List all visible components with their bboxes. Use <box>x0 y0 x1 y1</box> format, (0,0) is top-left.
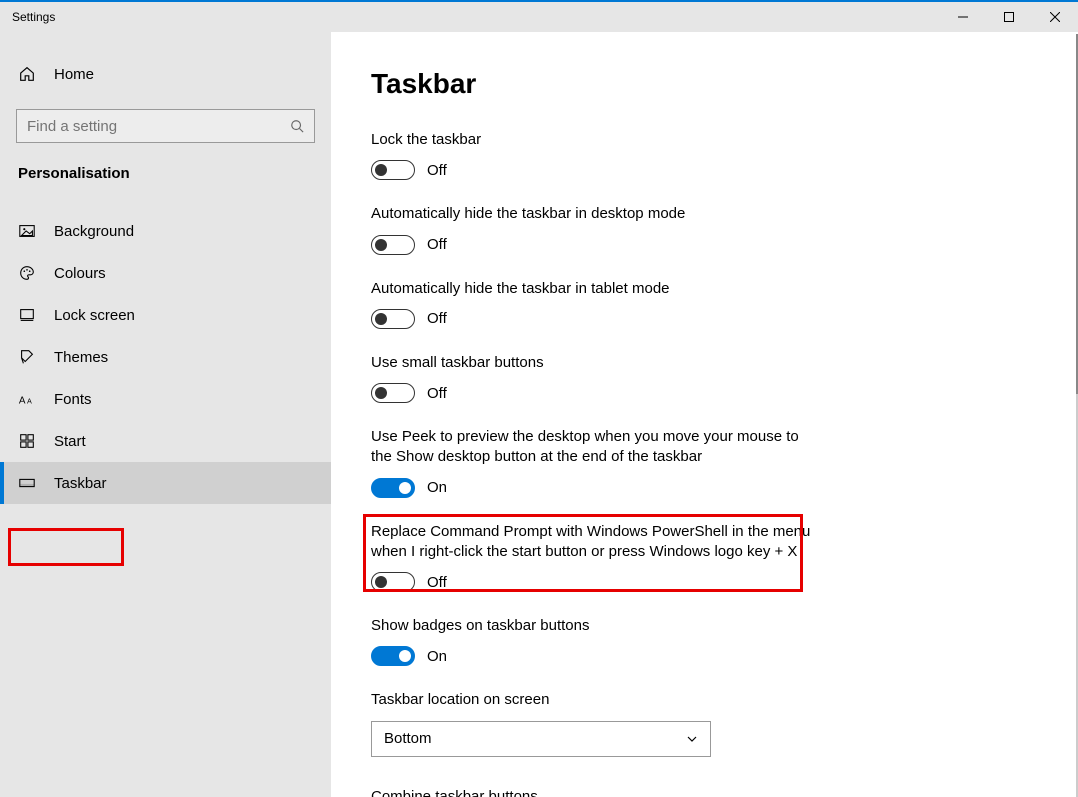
setting-combine: Combine taskbar buttons Always hide labe… <box>371 787 1038 797</box>
close-button[interactable] <box>1032 2 1078 32</box>
setting-lock-taskbar: Lock the taskbar Off <box>371 130 1038 180</box>
sidebar-item-label: Lock screen <box>54 307 135 324</box>
sidebar-item-themes[interactable]: Themes <box>0 336 331 378</box>
maximize-icon <box>1004 12 1014 22</box>
sidebar-item-fonts[interactable]: AA Fonts <box>0 378 331 420</box>
setting-badges: Show badges on taskbar buttons On <box>371 616 1038 666</box>
sidebar-item-label: Colours <box>54 265 106 282</box>
sidebar-item-start[interactable]: Start <box>0 420 331 462</box>
toggle-powershell[interactable] <box>371 572 415 592</box>
maximize-button[interactable] <box>986 2 1032 32</box>
toggle-state: Off <box>427 385 447 402</box>
sidebar-nav: Background Colours Lock screen Themes AA… <box>0 210 331 504</box>
toggle-autohide-desktop[interactable] <box>371 235 415 255</box>
setting-autohide-desktop: Automatically hide the taskbar in deskto… <box>371 204 1038 254</box>
setting-label: Use Peek to preview the desktop when you… <box>371 427 811 468</box>
sidebar-item-label: Fonts <box>54 391 92 408</box>
main-content: Taskbar Lock the taskbar Off Automatical… <box>331 32 1078 797</box>
sidebar-item-taskbar[interactable]: Taskbar <box>0 462 331 504</box>
home-icon <box>18 65 36 83</box>
sidebar: Home Personalisation Background Colours … <box>0 32 331 797</box>
setting-label: Automatically hide the taskbar in tablet… <box>371 279 811 299</box>
search-box[interactable] <box>16 109 315 143</box>
sidebar-item-label: Themes <box>54 349 108 366</box>
sidebar-item-label: Taskbar <box>54 475 107 492</box>
toggle-lock-taskbar[interactable] <box>371 160 415 180</box>
search-input[interactable] <box>27 118 290 135</box>
start-icon <box>18 432 36 450</box>
sidebar-item-label: Background <box>54 223 134 240</box>
setting-location: Taskbar location on screen Bottom <box>371 690 1038 756</box>
sidebar-item-background[interactable]: Background <box>0 210 331 252</box>
minimize-icon <box>958 12 968 22</box>
titlebar: Settings <box>0 0 1078 32</box>
fonts-icon: AA <box>18 390 36 408</box>
window-controls <box>940 2 1078 32</box>
svg-text:A: A <box>27 397 32 406</box>
picture-icon <box>18 222 36 240</box>
toggle-state: On <box>427 648 447 665</box>
sidebar-home[interactable]: Home <box>0 57 331 91</box>
taskbar-icon <box>18 474 36 492</box>
setting-label: Taskbar location on screen <box>371 690 811 710</box>
setting-label: Show badges on taskbar buttons <box>371 616 811 636</box>
toggle-state: Off <box>427 162 447 179</box>
window-title: Settings <box>12 10 55 24</box>
sidebar-section-label: Personalisation <box>0 143 331 192</box>
sidebar-item-lockscreen[interactable]: Lock screen <box>0 294 331 336</box>
toggle-autohide-tablet[interactable] <box>371 309 415 329</box>
toggle-small-buttons[interactable] <box>371 383 415 403</box>
sidebar-item-colours[interactable]: Colours <box>0 252 331 294</box>
palette-icon <box>18 264 36 282</box>
toggle-state: Off <box>427 574 447 591</box>
chevron-down-icon <box>686 733 698 745</box>
sidebar-item-label: Start <box>54 433 86 450</box>
search-icon <box>290 119 304 133</box>
close-icon <box>1050 12 1060 22</box>
setting-peek: Use Peek to preview the desktop when you… <box>371 427 1038 498</box>
toggle-state: Off <box>427 310 447 327</box>
lockscreen-icon <box>18 306 36 324</box>
page-title: Taskbar <box>371 68 1038 100</box>
setting-label: Automatically hide the taskbar in deskto… <box>371 204 811 224</box>
setting-label: Use small taskbar buttons <box>371 353 811 373</box>
toggle-badges[interactable] <box>371 646 415 666</box>
setting-powershell: Replace Command Prompt with Windows Powe… <box>371 522 1038 593</box>
scrollbar[interactable] <box>1072 34 1078 797</box>
setting-label: Replace Command Prompt with Windows Powe… <box>371 522 811 563</box>
setting-small-buttons: Use small taskbar buttons Off <box>371 353 1038 403</box>
setting-autohide-tablet: Automatically hide the taskbar in tablet… <box>371 279 1038 329</box>
select-value: Bottom <box>384 730 432 747</box>
setting-label: Combine taskbar buttons <box>371 787 811 797</box>
minimize-button[interactable] <box>940 2 986 32</box>
toggle-state: Off <box>427 236 447 253</box>
setting-label: Lock the taskbar <box>371 130 811 150</box>
select-taskbar-location[interactable]: Bottom <box>371 721 711 757</box>
sidebar-home-label: Home <box>54 66 94 83</box>
svg-text:A: A <box>19 396 26 407</box>
annotation-highlight-sidebar <box>8 528 124 566</box>
toggle-peek[interactable] <box>371 478 415 498</box>
toggle-state: On <box>427 479 447 496</box>
themes-icon <box>18 348 36 366</box>
